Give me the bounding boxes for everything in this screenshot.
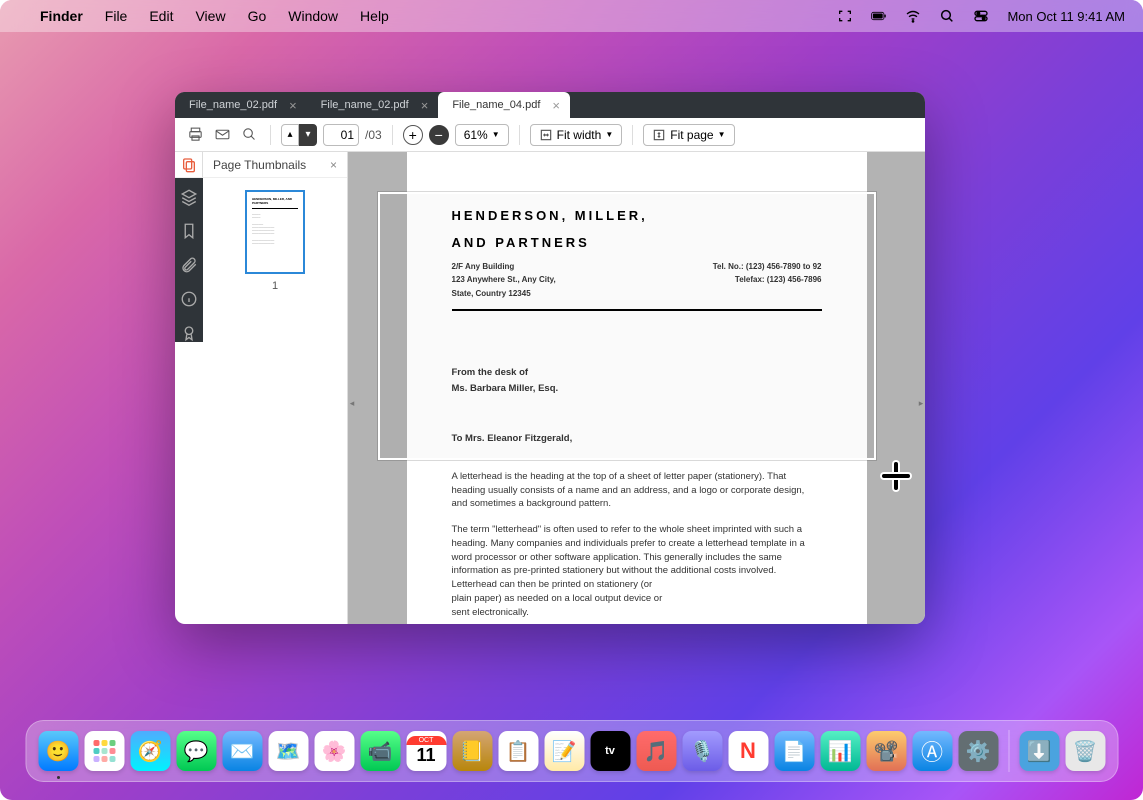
attachment-icon[interactable] [180, 256, 198, 274]
dock-messages[interactable]: 💬 [176, 731, 216, 771]
dock-finder[interactable]: 🙂 [38, 731, 78, 771]
tab-1[interactable]: File_name_02.pdf × [175, 92, 307, 118]
document-viewer[interactable]: ◂ ▸ HENDERSON, MILLER, AND PARTNERS 2/F … [348, 152, 925, 624]
tab-2-label: File_name_02.pdf [321, 99, 409, 111]
tab-3-label: File_name_04.pdf [452, 99, 540, 111]
dock-facetime[interactable]: 📹 [360, 731, 400, 771]
menu-window[interactable]: Window [288, 8, 338, 24]
menu-go[interactable]: Go [248, 8, 267, 24]
fit-page-icon [652, 128, 666, 142]
dock-notes[interactable]: 📝 [544, 731, 584, 771]
mail-icon[interactable] [212, 124, 233, 145]
thumbnails-panel: Page Thumbnails × HENDERSON, MILLER, AND… [203, 152, 348, 624]
zoom-level-dropdown[interactable]: 61%▼ [455, 124, 509, 146]
dock-numbers[interactable]: 📊 [820, 731, 860, 771]
dock-podcasts[interactable]: 🎙️ [682, 731, 722, 771]
dock-appstore[interactable]: Ⓐ [912, 731, 952, 771]
company-line-2: AND PARTNERS [452, 234, 822, 253]
control-center-icon[interactable] [973, 8, 989, 24]
battery-icon[interactable] [871, 8, 887, 24]
page-up-button[interactable]: ▴ [281, 124, 299, 146]
crosshair-cursor [880, 460, 912, 492]
fit-width-icon [539, 128, 553, 142]
dock-reminders[interactable]: 📋 [498, 731, 538, 771]
thumbnails-rail-icon[interactable] [175, 152, 203, 178]
tab-3-close-icon[interactable]: × [552, 98, 560, 113]
panel-title: Page Thumbnails [213, 158, 306, 172]
datetime[interactable]: Mon Oct 11 9:41 AM [1007, 9, 1125, 24]
wifi-icon[interactable] [905, 8, 921, 24]
dock-tv[interactable]: tv [590, 731, 630, 771]
app-name[interactable]: Finder [40, 8, 83, 24]
company-line-1: HENDERSON, MILLER, [452, 207, 822, 226]
menu-file[interactable]: File [105, 8, 128, 24]
tab-2-close-icon[interactable]: × [421, 98, 429, 113]
page-number-input[interactable] [323, 124, 359, 146]
dock-safari[interactable]: 🧭 [130, 731, 170, 771]
info-icon[interactable] [180, 290, 198, 308]
screenshot-icon[interactable] [837, 8, 853, 24]
page-thumbnail-1[interactable]: HENDERSON, MILLER, AND PARTNERS ––––––––… [245, 190, 305, 274]
panel-close-icon[interactable]: × [330, 158, 337, 172]
dock-contacts[interactable]: 📒 [452, 731, 492, 771]
page-down-button[interactable]: ▾ [299, 124, 317, 146]
tab-2[interactable]: File_name_02.pdf × [307, 92, 439, 118]
thumbnail-number: 1 [215, 280, 335, 292]
tab-3[interactable]: File_name_04.pdf × [438, 92, 570, 118]
menu-help[interactable]: Help [360, 8, 389, 24]
tab-1-label: File_name_02.pdf [189, 99, 277, 111]
print-icon[interactable] [185, 124, 206, 145]
badge-icon[interactable] [180, 324, 198, 342]
bookmark-icon[interactable] [180, 222, 198, 240]
dock-keynote[interactable]: 📽️ [866, 731, 906, 771]
dock-pages[interactable]: 📄 [774, 731, 814, 771]
search-tool-icon[interactable] [239, 124, 260, 145]
menu-edit[interactable]: Edit [149, 8, 173, 24]
dock-trash[interactable]: 🗑️ [1065, 731, 1105, 771]
dock-calendar[interactable]: OCT11 [406, 731, 446, 771]
dock-photos[interactable]: 🌸 [314, 731, 354, 771]
dock-maps[interactable]: 🗺️ [268, 731, 308, 771]
menu-view[interactable]: View [195, 8, 225, 24]
layers-icon[interactable] [180, 188, 198, 206]
fit-page-dropdown[interactable]: Fit page▼ [643, 124, 734, 146]
dock-launchpad[interactable] [84, 731, 124, 771]
dock-settings[interactable]: ⚙️ [958, 731, 998, 771]
dock: 🙂 🧭 💬 ✉️ 🗺️ 🌸 📹 OCT11 📒 📋 📝 tv 🎵 🎙️ N 📄 … [25, 720, 1118, 782]
dock-mail[interactable]: ✉️ [222, 731, 262, 771]
tab-bar: File_name_02.pdf × File_name_02.pdf × File… [175, 92, 925, 118]
tab-1-close-icon[interactable]: × [289, 98, 297, 113]
side-rail [175, 178, 203, 342]
dock-music[interactable]: 🎵 [636, 731, 676, 771]
scroll-right-handle[interactable]: ▸ [917, 388, 925, 418]
dock-downloads[interactable]: ⬇️ [1019, 731, 1059, 771]
scroll-left-handle[interactable]: ◂ [348, 388, 356, 418]
desktop: Finder File Edit View Go Window Help Mon… [0, 0, 1143, 800]
zoom-out-button[interactable]: − [429, 125, 449, 145]
toolbar: ▴ ▾ /03 + − 61%▼ Fit width▼ Fit page▼ [175, 118, 925, 152]
dock-news[interactable]: N [728, 731, 768, 771]
fit-width-dropdown[interactable]: Fit width▼ [530, 124, 623, 146]
pdf-app-window: File_name_02.pdf × File_name_02.pdf × File… [175, 92, 925, 624]
document-page: HENDERSON, MILLER, AND PARTNERS 2/F Any … [407, 152, 867, 624]
page-total: /03 [365, 128, 382, 142]
search-icon[interactable] [939, 8, 955, 24]
menubar: Finder File Edit View Go Window Help Mon… [0, 0, 1143, 32]
zoom-in-button[interactable]: + [403, 125, 423, 145]
